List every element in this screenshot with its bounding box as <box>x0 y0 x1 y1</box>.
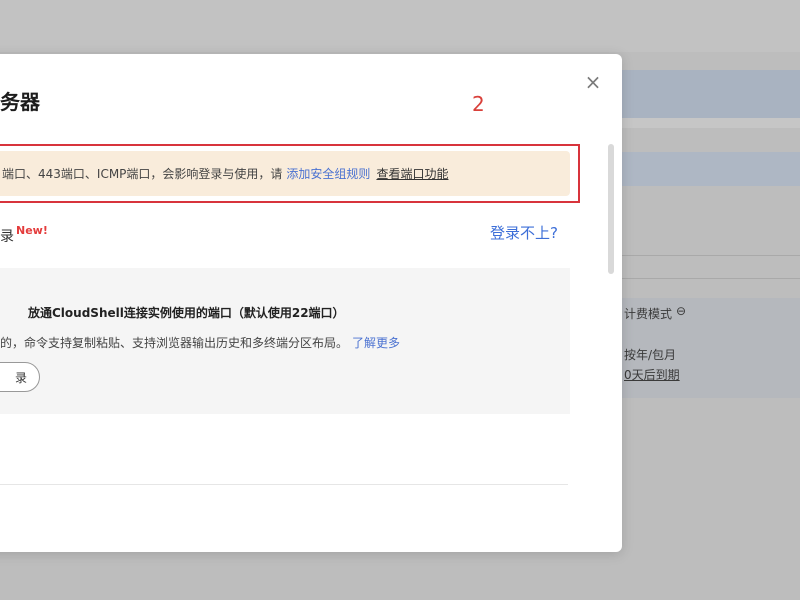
cloudshell-title: 放通CloudShell连接实例使用的端口（默认使用22端口） <box>28 306 345 320</box>
add-security-rule-link[interactable]: 添加安全组规则 <box>286 165 370 182</box>
expire-link[interactable]: 0天后到期 <box>624 366 680 383</box>
background-row <box>622 152 800 186</box>
cloudshell-description: 的，命令支持复制粘贴、支持浏览器输出历史和多终端分区布局。 了解更多 <box>0 334 400 351</box>
annotation-step-number: 2 <box>472 92 485 116</box>
login-method-label: 录 <box>0 229 14 245</box>
remote-login-dialog: 服务器 × 2 端口、443端口、ICMP端口，会影响登录与使用，请 添加安全组… <box>0 54 622 552</box>
background-row <box>622 70 800 118</box>
dialog-title: 服务器 <box>0 90 40 114</box>
dialog-scrollbar[interactable] <box>608 144 614 274</box>
cant-login-link[interactable]: 登录不上? <box>490 222 558 243</box>
warning-text: 端口、443端口、ICMP端口，会影响登录与使用，请 <box>2 167 283 181</box>
close-icon[interactable]: × <box>581 70 605 94</box>
billing-mode-icon: ⊖ <box>676 304 687 318</box>
background-divider <box>622 278 800 279</box>
cloudshell-description-text: 的，命令支持复制粘贴、支持浏览器输出历史和多终端分区布局。 <box>0 336 349 350</box>
cloudshell-login-button[interactable]: 录 <box>0 362 40 392</box>
section-divider <box>0 484 568 485</box>
billing-mode-value: 按年/包月 <box>624 348 677 362</box>
new-badge: New! <box>16 224 48 237</box>
view-port-function-link[interactable]: 查看端口功能 <box>376 165 448 182</box>
background-row <box>622 118 800 128</box>
background-divider <box>622 255 800 256</box>
cloudshell-login-card: 放通CloudShell连接实例使用的端口（默认使用22端口） 的，命令支持复制… <box>0 268 570 414</box>
warning-highlight-box: 端口、443端口、ICMP端口，会影响登录与使用，请 添加安全组规则 查看端口功… <box>0 144 580 203</box>
background-top-bar <box>0 0 800 52</box>
learn-more-link[interactable]: 了解更多 <box>352 336 400 350</box>
billing-mode-label: 计费模式 <box>624 307 673 321</box>
port-warning-banner: 端口、443端口、ICMP端口，会影响登录与使用，请 添加安全组规则 查看端口功… <box>0 151 570 196</box>
